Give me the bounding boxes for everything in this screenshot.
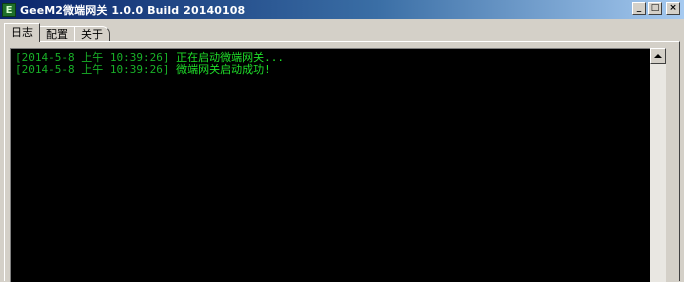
window-controls: _ □ × xyxy=(632,2,680,15)
maximize-button[interactable]: □ xyxy=(648,2,662,15)
tab-about[interactable]: 关于 xyxy=(74,26,110,42)
log-output[interactable]: [2014-5-8 上午 10:39:26] 正在启动微端网关... [2014… xyxy=(10,48,650,282)
scroll-up-button[interactable] xyxy=(650,48,666,64)
tab-strip: 日志 配置 关于 xyxy=(4,22,110,42)
app-icon: E xyxy=(2,2,16,17)
tab-log[interactable]: 日志 xyxy=(4,23,40,42)
close-button[interactable]: × xyxy=(666,2,680,15)
log-timestamp: [2014-5-8 上午 10:39:26] xyxy=(15,63,170,76)
arrow-up-icon xyxy=(654,54,662,58)
tab-panel: [2014-5-8 上午 10:39:26] 正在启动微端网关... [2014… xyxy=(4,41,680,282)
minimize-button[interactable]: _ xyxy=(632,2,646,15)
log-line: [2014-5-8 上午 10:39:26] 微端网关启动成功! xyxy=(15,64,650,76)
vertical-scrollbar[interactable] xyxy=(650,48,666,282)
tab-config[interactable]: 配置 xyxy=(39,26,75,42)
log-message: 微端网关启动成功! xyxy=(176,63,271,76)
title-bar[interactable]: E GeeM2微端网关 1.0.0 Build 20140108 _ □ × xyxy=(0,0,684,19)
window-title: GeeM2微端网关 1.0.0 Build 20140108 xyxy=(20,3,246,17)
